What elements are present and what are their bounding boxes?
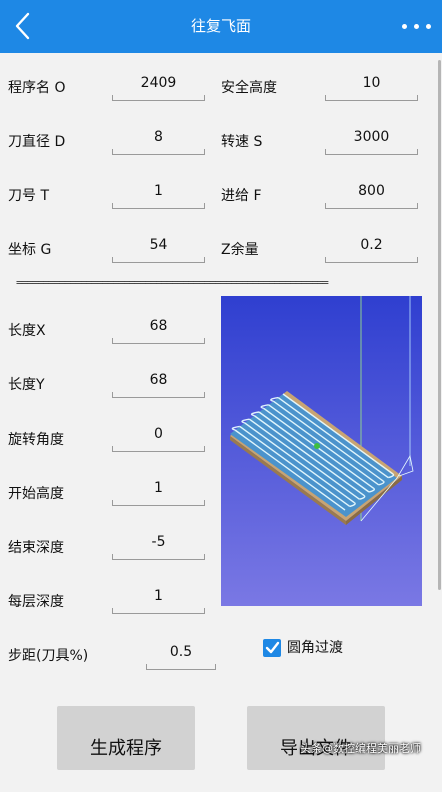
program-name-input[interactable]: 2409: [112, 67, 205, 101]
checkmark-icon: [265, 641, 280, 654]
tool-number-label: 刀号 T: [8, 188, 50, 204]
tool-diameter-label: 刀直径 D: [8, 134, 66, 150]
z-allowance-input[interactable]: 0.2: [325, 229, 418, 263]
round-corner-label: 圆角过渡: [287, 640, 343, 656]
chevron-left-icon: [15, 12, 30, 40]
feed-label: 进给 F: [221, 188, 262, 204]
tool-diameter-input[interactable]: 8: [112, 121, 205, 155]
scrollbar[interactable]: [438, 60, 441, 590]
section-divider: ========================================…: [16, 276, 329, 289]
step-label: 步距(刀具%): [8, 648, 89, 664]
layer-depth-input[interactable]: 1: [112, 580, 205, 614]
length-y-label: 长度Y: [8, 377, 45, 393]
export-file-button[interactable]: 导出文件: [247, 706, 385, 770]
toolpath-preview: [221, 296, 422, 606]
generate-program-button[interactable]: 生成程序: [57, 706, 195, 770]
length-x-input[interactable]: 68: [112, 310, 205, 344]
page-title: 往复飞面: [190, 17, 251, 35]
start-height-input[interactable]: 1: [112, 472, 205, 506]
length-x-label: 长度X: [8, 323, 46, 339]
feed-input[interactable]: 800: [325, 175, 418, 209]
length-y-input[interactable]: 68: [112, 364, 205, 398]
end-depth-input[interactable]: -5: [112, 526, 205, 560]
safe-height-label: 安全高度: [221, 80, 277, 96]
rotation-input[interactable]: 0: [112, 418, 205, 452]
spindle-speed-label: 转速 S: [221, 134, 263, 150]
more-vert-icon: [402, 24, 407, 29]
more-options-button[interactable]: [400, 12, 436, 40]
z-allowance-label: Z余量: [221, 242, 259, 258]
coordinate-input[interactable]: 54: [112, 229, 205, 263]
layer-depth-label: 每层深度: [8, 594, 64, 610]
rotation-label: 旋转角度: [8, 432, 64, 448]
round-corner-checkbox[interactable]: [263, 639, 281, 657]
safe-height-input[interactable]: 10: [325, 67, 418, 101]
spindle-speed-input[interactable]: 3000: [325, 121, 418, 155]
app-bar: 往复飞面: [0, 0, 442, 53]
step-input[interactable]: 0.5: [146, 636, 216, 670]
watermark: 头条@数控编程美丽老师: [300, 742, 421, 755]
back-button[interactable]: [8, 10, 40, 42]
start-height-label: 开始高度: [8, 486, 64, 502]
coordinate-label: 坐标 G: [8, 242, 52, 258]
tool-number-input[interactable]: 1: [112, 175, 205, 209]
end-depth-label: 结束深度: [8, 540, 64, 556]
program-name-label: 程序名 O: [8, 80, 66, 96]
